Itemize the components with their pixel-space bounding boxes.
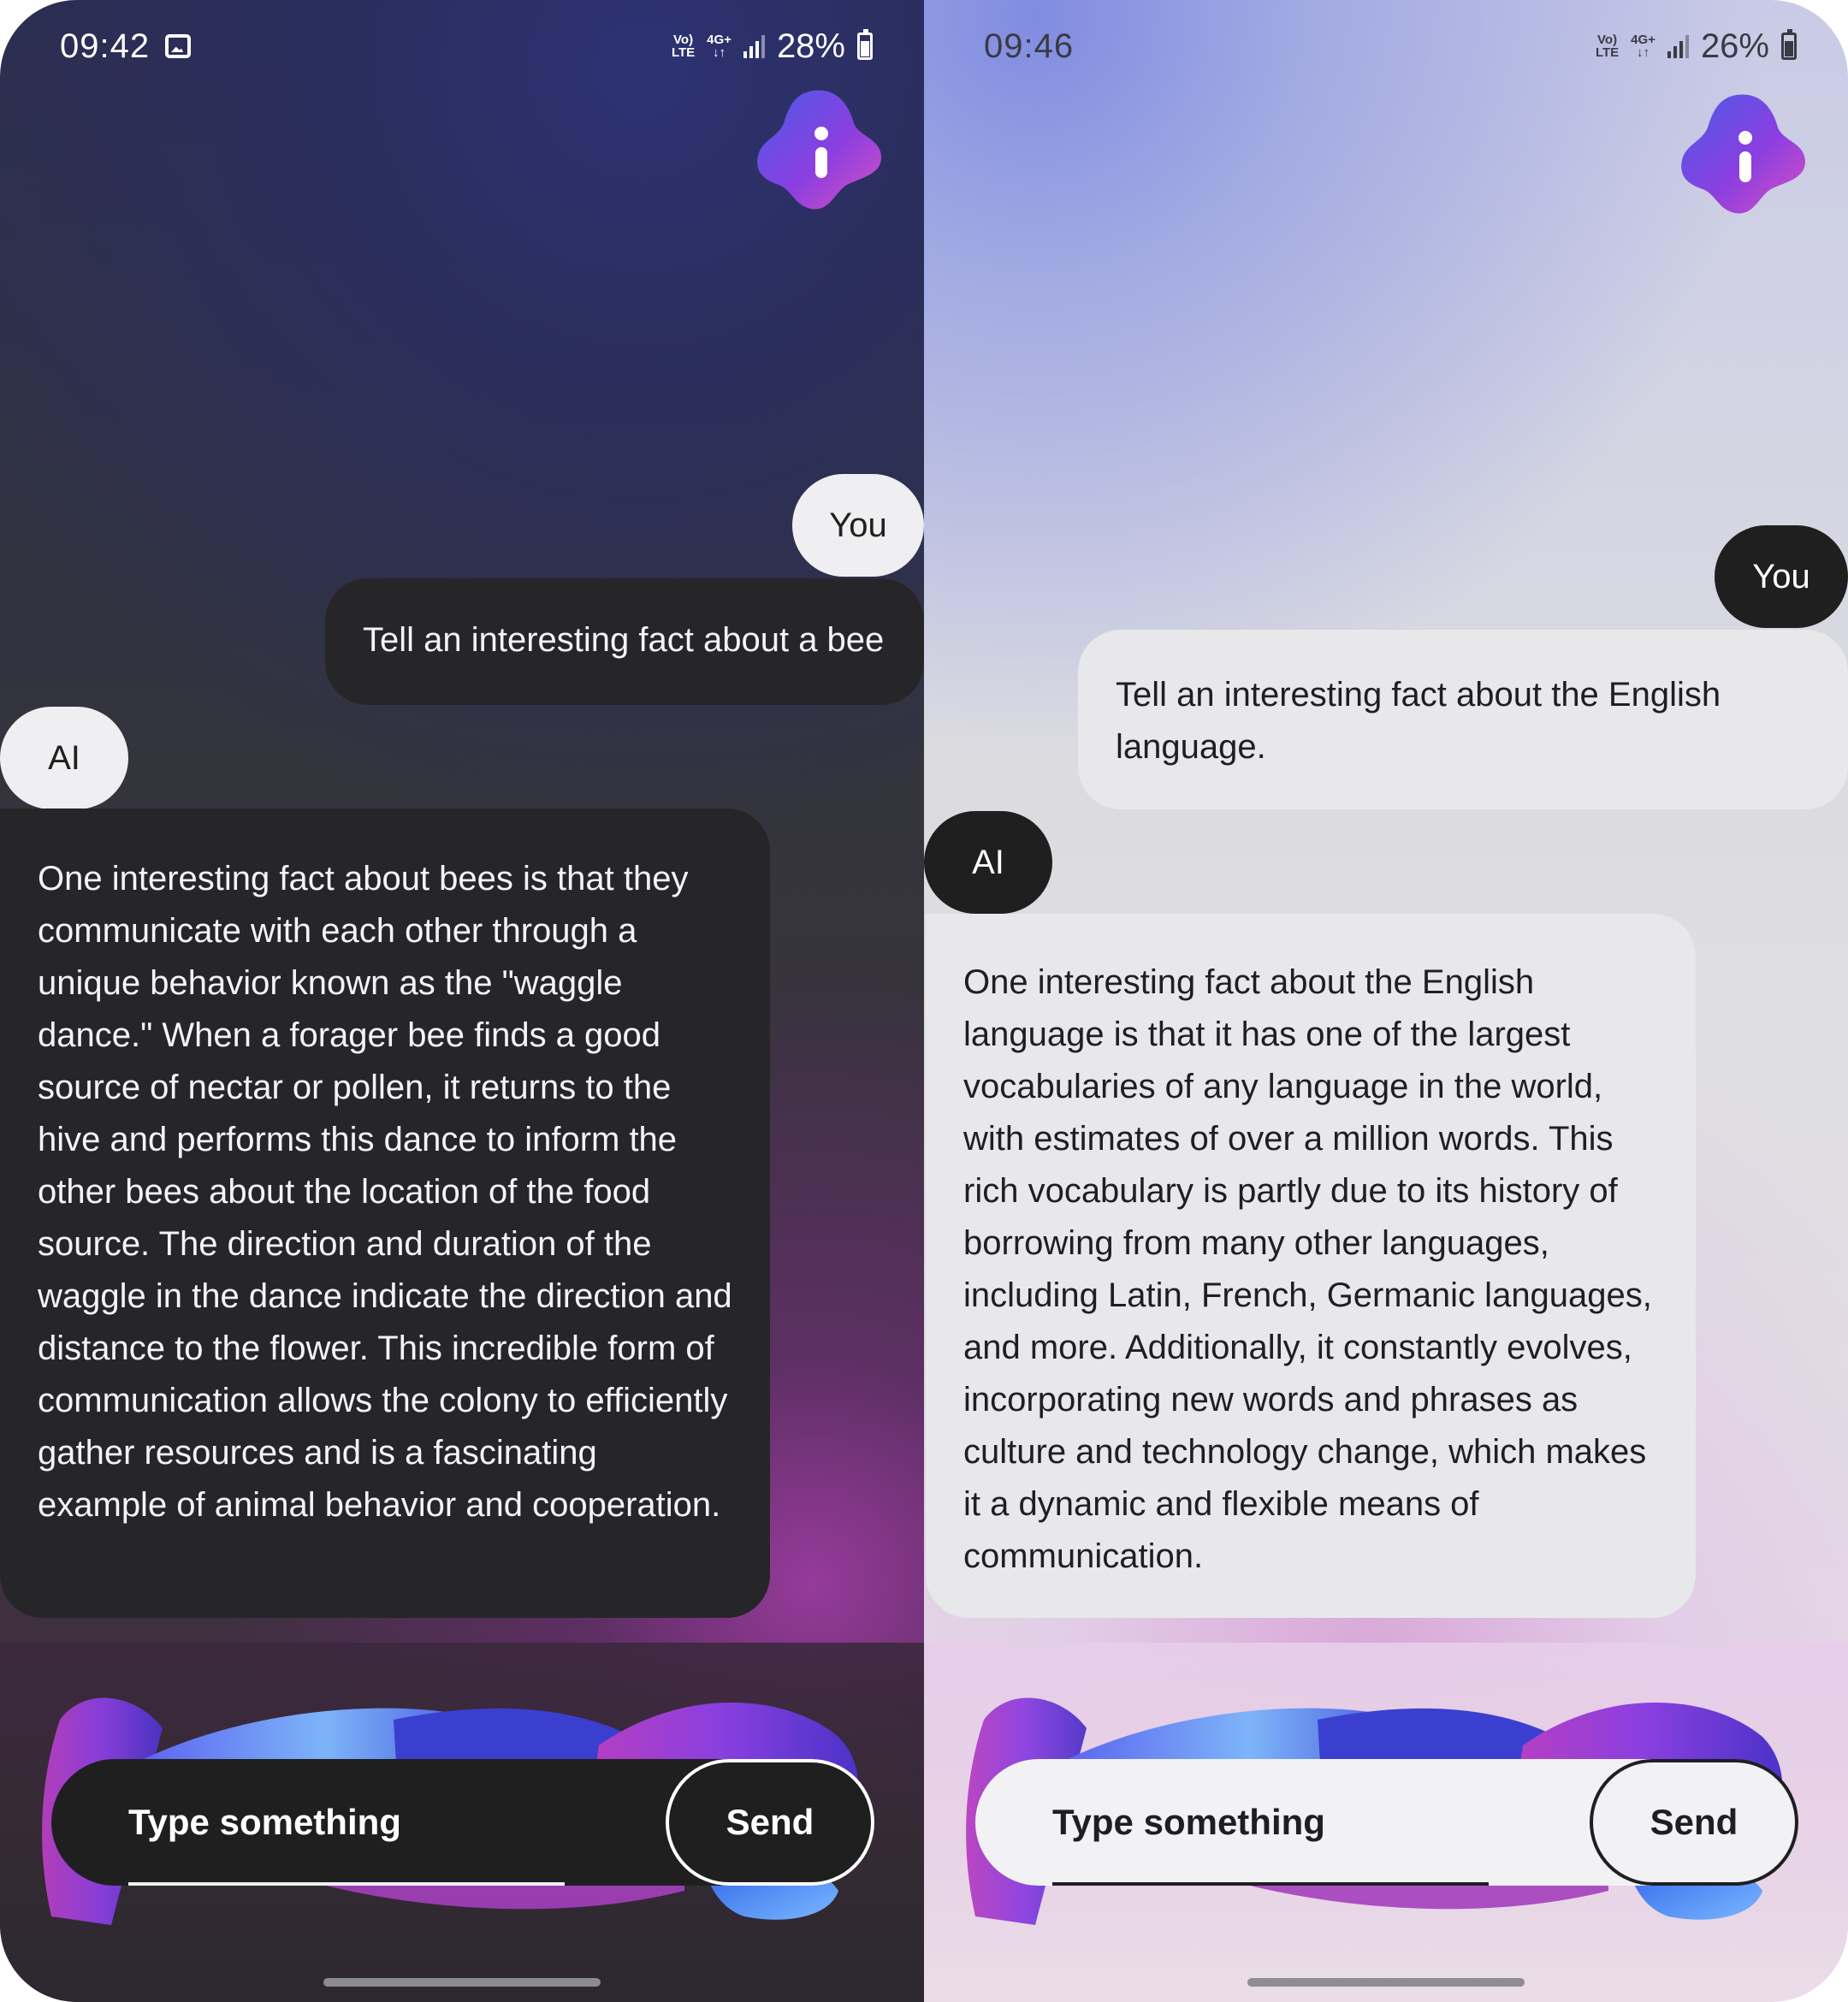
user-message-bubble: Tell an interesting fact about the Engli… (1078, 630, 1848, 809)
comparison-frame: 09:42 Vo) LTE 4G+ ↓↑ 28% You Tell an inter… (0, 0, 1848, 2002)
send-button[interactable]: Send (1590, 1759, 1798, 1886)
info-blob-icon[interactable] (753, 86, 890, 214)
message-input[interactable] (128, 1759, 565, 1886)
signal-strength-icon (743, 34, 765, 58)
input-underline (128, 1882, 565, 1886)
battery-percent: 26% (1700, 27, 1769, 65)
network-type-icon: 4G+ ↓↑ (707, 33, 732, 60)
message-input-pill: Send (51, 1759, 874, 1886)
home-indicator[interactable] (323, 1978, 601, 1987)
gallery-notification-icon (165, 34, 192, 58)
ai-label-chip: AI (924, 811, 1052, 914)
ai-message-bubble: One interesting fact about bees is that … (0, 808, 770, 1618)
status-bar: 09:46 Vo) LTE 4G+ ↓↑ 26% (984, 24, 1797, 68)
light-theme-screen: 09:46 Vo) LTE 4G+ ↓↑ 26% You Tell an inter… (924, 0, 1848, 2002)
ai-label-chip: AI (0, 707, 128, 809)
volte-icon: Vo) LTE (1595, 33, 1620, 60)
battery-icon (1781, 29, 1797, 60)
message-input-pill: Send (975, 1759, 1798, 1886)
ai-message-bubble: One interesting fact about the English l… (926, 914, 1696, 1618)
status-time: 09:46 (984, 27, 1075, 65)
user-message-bubble: Tell an interesting fact about a bee (325, 578, 924, 705)
info-blob-icon[interactable] (1677, 90, 1814, 218)
battery-percent: 28% (776, 27, 845, 65)
input-underline (1052, 1882, 1489, 1886)
battery-icon (857, 29, 873, 60)
volte-icon: Vo) LTE (671, 33, 696, 60)
network-type-icon: 4G+ ↓↑ (1631, 33, 1656, 60)
signal-strength-icon (1667, 34, 1689, 58)
status-time: 09:42 (60, 27, 151, 65)
home-indicator[interactable] (1247, 1978, 1525, 1987)
message-input[interactable] (1052, 1759, 1489, 1886)
dark-theme-screen: 09:42 Vo) LTE 4G+ ↓↑ 28% You Tell an inter… (0, 0, 924, 2002)
user-label-chip: You (1715, 525, 1848, 628)
send-button[interactable]: Send (666, 1759, 874, 1886)
status-bar: 09:42 Vo) LTE 4G+ ↓↑ 28% (60, 24, 873, 68)
user-label-chip: You (792, 474, 924, 577)
